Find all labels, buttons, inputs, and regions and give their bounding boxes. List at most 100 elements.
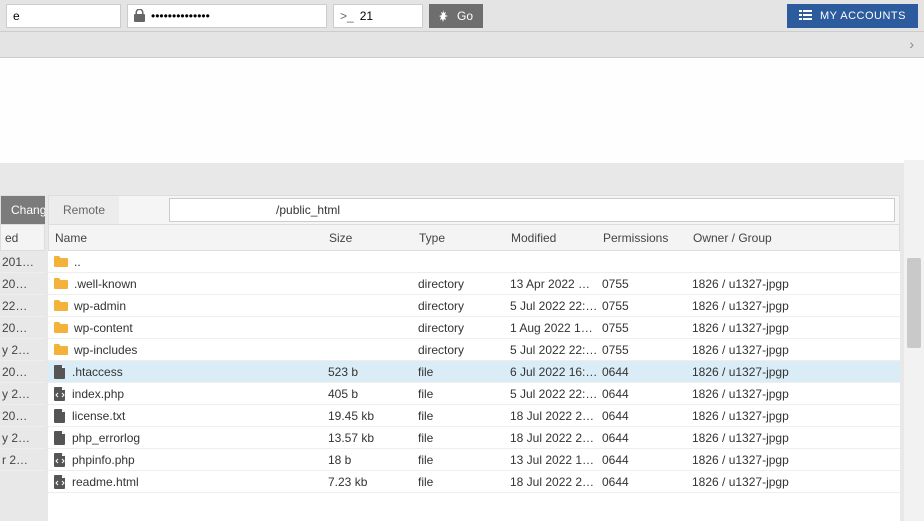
folder-icon (54, 322, 68, 334)
file-name: .htaccess (72, 365, 123, 379)
file-name: license.txt (72, 409, 125, 423)
file-owner: 1826 / u1327-jpgp (692, 387, 900, 401)
file-type: directory (418, 321, 510, 335)
file-row[interactable]: license.txt19.45 kbfile18 Jul 2022 2…064… (48, 405, 900, 427)
file-type: file (418, 475, 510, 489)
port-field-wrap: >_ (333, 4, 423, 28)
folder-icon (54, 278, 68, 290)
file-type: file (418, 431, 510, 445)
file-owner: 1826 / u1327-jpgp (692, 409, 900, 423)
host-field-wrap (6, 4, 121, 28)
scrollbar-thumb[interactable] (907, 258, 921, 348)
local-row[interactable]: r 2… (0, 449, 45, 471)
list-icon (799, 10, 812, 21)
file-row[interactable]: index.php405 bfile5 Jul 2022 22:…0644182… (48, 383, 900, 405)
file-size: 7.23 kb (328, 475, 418, 489)
go-label: Go (457, 9, 473, 23)
local-head-text: ed (1, 231, 18, 245)
toolbar-strip: › (0, 32, 924, 58)
password-field-wrap (127, 4, 327, 28)
file-modified: 18 Jul 2022 2… (510, 475, 602, 489)
file-row[interactable]: .well-knowndirectory13 Apr 2022 …0755182… (48, 273, 900, 295)
file-type: directory (418, 277, 510, 291)
file-name: wp-content (74, 321, 133, 335)
local-row[interactable]: 20… (0, 405, 45, 427)
remote-table-head: Name Size Type Modified Permissions Owne… (48, 225, 900, 251)
file-permissions: 0644 (602, 365, 692, 379)
lock-icon (134, 9, 145, 22)
local-row[interactable]: 20… (0, 273, 45, 295)
file-permissions: 0644 (602, 475, 692, 489)
file-name: wp-admin (74, 299, 126, 313)
local-row[interactable]: y 2… (0, 383, 45, 405)
file-permissions: 0755 (602, 321, 692, 335)
file-row[interactable]: wp-content directory1 Aug 2022 1…07551826… (48, 317, 900, 339)
file-permissions: 0644 (602, 453, 692, 467)
go-button[interactable]: Go (429, 4, 483, 28)
local-row[interactable]: 20… (0, 317, 45, 339)
file-row[interactable]: wp-admindirectory5 Jul 2022 22:…07551826… (48, 295, 900, 317)
file-modified: 13 Jul 2022 1… (510, 453, 602, 467)
file-row[interactable]: readme.html 7.23 kbfile18 Jul 2022 2…0644… (48, 471, 900, 493)
file-name: readme.html (72, 475, 139, 489)
file-permissions: 0644 (602, 431, 692, 445)
file-row[interactable]: .htaccess523 bfile6 Jul 2022 16:…0644182… (48, 361, 900, 383)
file-code-icon (54, 475, 66, 489)
accounts-label: MY ACCOUNTS (820, 10, 906, 22)
file-modified: 5 Jul 2022 22:… (510, 299, 602, 313)
file-icon (54, 365, 66, 379)
password-input[interactable] (151, 9, 306, 23)
file-modified: 18 Jul 2022 2… (510, 431, 602, 445)
file-owner: 1826 / u1327-jpgp (692, 299, 900, 313)
file-modified: 1 Aug 2022 1… (510, 321, 602, 335)
file-code-icon (54, 453, 66, 467)
remote-tab[interactable]: Remote (49, 196, 119, 224)
col-modified[interactable]: Modified (511, 231, 603, 245)
file-name: wp-includes (74, 343, 137, 357)
local-row[interactable]: 22… (0, 295, 45, 317)
local-file-list: 201…20…22…20…y 2…20…y 2…20…y 2…r 2… (0, 251, 45, 471)
file-row[interactable]: .. (48, 251, 900, 273)
file-permissions: 0644 (602, 409, 692, 423)
chevron-right-icon[interactable]: › (909, 36, 914, 52)
file-owner: 1826 / u1327-jpgp (692, 453, 900, 467)
file-type: file (418, 453, 510, 467)
file-owner: 1826 / u1327-jpgp (692, 277, 900, 291)
file-owner: 1826 / u1327-jpgp (692, 365, 900, 379)
file-row[interactable]: php_errorlog 13.57 kbfile18 Jul 2022 2…06… (48, 427, 900, 449)
file-size: 13.57 kb (328, 431, 418, 445)
remote-path-input[interactable]: /public_html (169, 198, 895, 222)
col-permissions[interactable]: Permissions (603, 231, 693, 245)
col-owner[interactable]: Owner / Group (693, 231, 899, 245)
folder-icon (54, 300, 68, 312)
file-type: file (418, 365, 510, 379)
terminal-icon: >_ (340, 9, 354, 23)
local-row[interactable]: y 2… (0, 427, 45, 449)
col-size[interactable]: Size (329, 231, 419, 245)
col-type[interactable]: Type (419, 231, 511, 245)
remote-header: Remote /public_html (48, 195, 900, 225)
file-permissions: 0755 (602, 299, 692, 313)
file-permissions: 0755 (602, 343, 692, 357)
remote-file-list: ...well-knowndirectory13 Apr 2022 …07551… (48, 251, 900, 493)
remote-panel: Remote /public_html Name Size Type Modif… (48, 195, 900, 521)
plug-icon (439, 10, 451, 22)
file-row[interactable]: phpinfo.php18 bfile13 Jul 2022 1…0644182… (48, 449, 900, 471)
local-row[interactable]: 201… (0, 251, 45, 273)
local-header: Change (0, 195, 45, 225)
file-row[interactable]: wp-includesdirectory5 Jul 2022 22:…07551… (48, 339, 900, 361)
file-owner: 1826 / u1327-jpgp (692, 321, 900, 335)
local-row[interactable]: y 2… (0, 339, 45, 361)
file-owner: 1826 / u1327-jpgp (692, 431, 900, 445)
file-code-icon (54, 387, 66, 401)
file-name: php_errorlog (72, 431, 140, 445)
my-accounts-button[interactable]: MY ACCOUNTS (787, 4, 918, 28)
change-tab-local[interactable]: Change (1, 196, 45, 224)
local-row[interactable]: 20… (0, 361, 45, 383)
file-type: file (418, 387, 510, 401)
vertical-scrollbar[interactable] (904, 160, 924, 521)
file-modified: 5 Jul 2022 22:… (510, 387, 602, 401)
file-modified: 13 Apr 2022 … (510, 277, 602, 291)
col-name[interactable]: Name (49, 231, 329, 245)
file-icon (54, 431, 66, 445)
